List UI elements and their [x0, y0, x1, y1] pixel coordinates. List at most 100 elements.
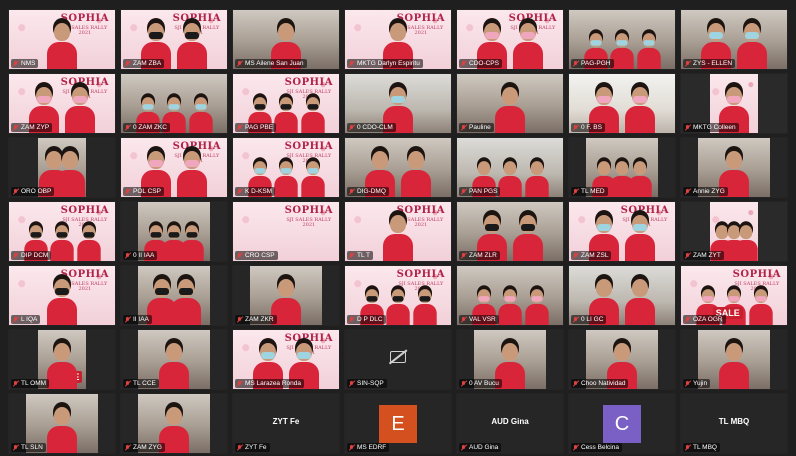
- participant-tile[interactable]: MKTG Colleen: [680, 73, 788, 134]
- participant-tile[interactable]: II IAA: [120, 265, 228, 326]
- participant-tile[interactable]: SOPHIA SJI SALES RALLY 2021 DIP DCM: [8, 201, 116, 262]
- mic-muted-icon: [125, 188, 131, 195]
- participant-tile[interactable]: SOPHIA SJI SALES RALLY 2021 CRO CSP: [232, 201, 340, 262]
- participant-tile[interactable]: 0 F. BS: [568, 73, 676, 134]
- participant-tile[interactable]: DIG-DMQ: [344, 137, 452, 198]
- participant-tile[interactable]: 0 CDO-CLM: [344, 73, 452, 134]
- participant-tile[interactable]: SOPHIASJI SALES RALLY2021MS Larazea Rond…: [232, 329, 340, 390]
- participant-person: [495, 87, 525, 133]
- participant-tile[interactable]: E MS EDRF: [344, 393, 452, 454]
- participant-name: ZAM ZYT: [693, 252, 721, 259]
- participant-person: [636, 33, 661, 69]
- participant-tile[interactable]: C Cess Belcina: [568, 393, 676, 454]
- participant-tile[interactable]: SOPHIA SJI SALES RALLY 2021 MKTG Darlyn Esp…: [344, 9, 452, 70]
- participant-name: CRO CSP: [245, 252, 275, 259]
- participant-person: [624, 215, 655, 261]
- participant-tile[interactable]: SOPHIASJI SALES RALLY2021CDO-CPS: [456, 9, 564, 70]
- participant-tile[interactable]: PAN PGS: [456, 137, 564, 198]
- participant-tile[interactable]: ZAM ZKR: [232, 265, 340, 326]
- participant-tile[interactable]: SOPHIA SJI SALES RALLY 2021 K D-KSM: [232, 137, 340, 198]
- mic-muted-icon: [685, 316, 691, 323]
- participant-name: Yujin: [693, 380, 708, 387]
- participant-name: 0 F. BS: [581, 124, 602, 131]
- mic-muted-icon: [573, 252, 579, 259]
- participant-tile[interactable]: SOPHIA SJI SALES RALLY 2021 PAG PBE: [232, 73, 340, 134]
- participant-tile[interactable]: SOPHIASJI SALES RALLY2021ZAM ZBA: [120, 9, 228, 70]
- participant-tile[interactable]: TL MED: [568, 137, 676, 198]
- participant-name: TL SLN: [21, 444, 43, 451]
- mic-muted-icon: [237, 252, 243, 259]
- participant-person: [188, 97, 213, 133]
- mic-muted-icon: [125, 316, 131, 323]
- participant-name: VAL VSR: [469, 316, 496, 323]
- participant-tile[interactable]: ZAM ZLR: [456, 201, 564, 262]
- banner-brand: SOPHIA: [284, 77, 333, 88]
- participant-tile[interactable]: SOPHIA SJI SALES RALLY 2021 D P DLC: [344, 265, 452, 326]
- participant-name: AUD Gina: [469, 444, 499, 451]
- participant-tile[interactable]: SOPHIA SJI SALES RALLY 2021 TL T: [344, 201, 452, 262]
- participant-tile[interactable]: 0 AV Bucu: [456, 329, 564, 390]
- participant-person: [524, 161, 549, 197]
- participant-tile[interactable]: SOPHIA SJI SALES RALLY 2021 NMS: [8, 9, 116, 70]
- mic-muted-icon: [237, 60, 243, 67]
- mic-muted-icon: [13, 316, 19, 323]
- participant-name: ZAM ZYP: [21, 124, 50, 131]
- participant-name-label: DIP DCM: [11, 251, 52, 260]
- participant-person: [628, 161, 652, 197]
- participant-name: SIN-SQP: [357, 380, 384, 387]
- participant-name-label: ZYT Fe: [235, 443, 270, 452]
- participant-tile[interactable]: ZAM ZYG: [120, 393, 228, 454]
- participant-tile[interactable]: TL MBQ TL MBQ: [680, 393, 788, 454]
- participant-name: CDO-CPS: [469, 60, 499, 67]
- participant-name-label: Annie ZYG: [683, 187, 728, 196]
- participant-person: [383, 215, 413, 261]
- participant-tile[interactable]: SALETL OMM: [8, 329, 116, 390]
- participant-person: [50, 225, 74, 261]
- participant-tile[interactable]: SOPHIA SJI SALES RALLY 2021 L IQA: [8, 265, 116, 326]
- participant-tile[interactable]: Pauline: [456, 73, 564, 134]
- participant-name: ZAM ZYG: [133, 444, 162, 451]
- mic-muted-icon: [349, 252, 355, 259]
- mic-muted-icon: [13, 444, 19, 451]
- participant-tile[interactable]: Annie ZYG: [680, 137, 788, 198]
- participant-tile[interactable]: 0 ZAM ZKC: [120, 73, 228, 134]
- participant-tile[interactable]: ZYT Fe ZYT Fe: [232, 393, 340, 454]
- mic-muted-icon: [685, 252, 691, 259]
- mic-muted-icon: [573, 60, 579, 67]
- participant-tile[interactable]: SIN-SQP: [344, 329, 452, 390]
- participant-tile[interactable]: SOPHIASJI SALES RALLY2021ZAM ZSL: [568, 201, 676, 262]
- participant-person: [498, 289, 522, 325]
- participant-person: [274, 97, 298, 133]
- participant-tile[interactable]: AUD Gina AUD Gina: [456, 393, 564, 454]
- mic-muted-icon: [461, 124, 467, 131]
- mic-muted-icon: [349, 444, 355, 451]
- participant-tile[interactable]: SOPHIASJI SALES RALLY2021ZAM ZYP: [8, 73, 116, 134]
- participant-tile[interactable]: TL SLN: [8, 393, 116, 454]
- participant-tile[interactable]: VAL VSR: [456, 265, 564, 326]
- participant-tile[interactable]: ORO OBP: [8, 137, 116, 198]
- participant-tile[interactable]: ZYS - ELLEN: [680, 9, 788, 70]
- mic-muted-icon: [685, 188, 691, 195]
- participant-name: DIP DCM: [21, 252, 49, 259]
- participant-tile[interactable]: 0 II IAA: [120, 201, 228, 262]
- mic-muted-icon: [461, 380, 467, 387]
- participant-person: [498, 161, 522, 197]
- participant-name-label: TL T: [347, 251, 374, 260]
- participant-tile[interactable]: SOPHIA SJI SALES RALLY 2021 SALE OZA OGR: [680, 265, 788, 326]
- participant-tile[interactable]: Yujin: [680, 329, 788, 390]
- participant-tile[interactable]: PAG-PGH: [568, 9, 676, 70]
- participant-name-label: PAN PGS: [459, 187, 501, 196]
- participant-tile[interactable]: SOPHIASJI SALES RALLY2021POL CSP: [120, 137, 228, 198]
- participant-tile[interactable]: MS Ailene San Juan: [232, 9, 340, 70]
- participant-name: PAG PBE: [245, 124, 274, 131]
- participant-name-label: MKTG Darlyn Espiritu: [347, 59, 423, 68]
- participant-name: MS EDRF: [357, 444, 387, 451]
- participant-tile[interactable]: 0 LI GC: [568, 265, 676, 326]
- participant-tile[interactable]: TL CCE: [120, 329, 228, 390]
- participant-name: D P DLC: [357, 316, 383, 323]
- participant-name-label: DIG-DMQ: [347, 187, 389, 196]
- mic-muted-icon: [237, 444, 243, 451]
- participant-tile[interactable]: ZAM ZYT: [680, 201, 788, 262]
- participant-name-label: Choo Natividad: [571, 379, 629, 388]
- participant-tile[interactable]: Choo Natividad: [568, 329, 676, 390]
